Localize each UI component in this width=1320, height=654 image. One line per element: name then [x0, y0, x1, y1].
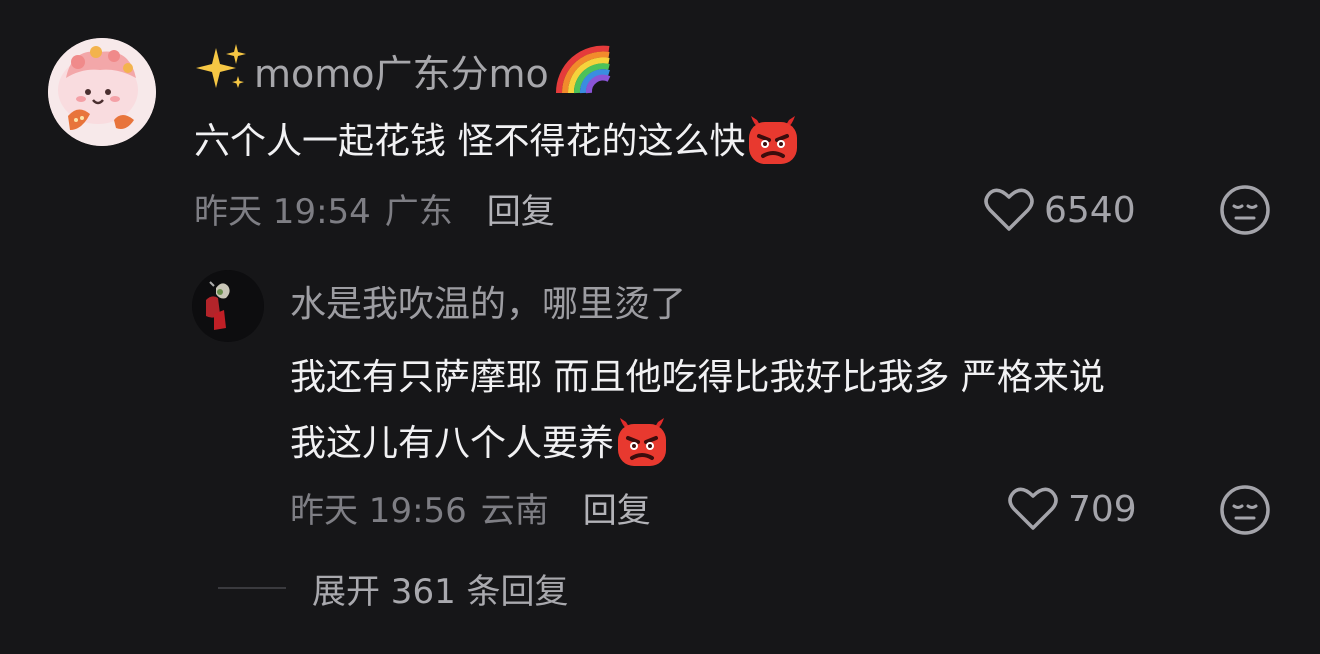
expand-replies-label: 展开 361 条回复: [312, 571, 569, 612]
reply-username[interactable]: 水是我吹温的，哪里烫了: [290, 272, 686, 330]
devil-emoji-icon: [749, 116, 798, 164]
comment-thread: momo广东分mo 六个人一起花钱 怪不得花的这么快 昨天 19:54 广东 回…: [0, 0, 1320, 654]
comment-time: 昨天 19:54: [194, 191, 371, 232]
comment-username[interactable]: momo广东分mo: [196, 40, 613, 100]
rainbow-emoji-icon: [555, 45, 611, 94]
avatar-cartoon-icon: [48, 38, 156, 146]
comment-text: 六个人一起花钱 怪不得花的这么快: [194, 106, 801, 170]
dislike-face-icon[interactable]: [1219, 184, 1271, 236]
reply-dislike-face-icon[interactable]: [1219, 484, 1271, 536]
devil-emoji-icon: [618, 418, 667, 466]
comment-meta: 昨天 19:54 广东 回复: [194, 184, 555, 232]
avatar-figure-icon: [192, 270, 264, 342]
reply-reply-button[interactable]: 回复: [583, 483, 651, 532]
expand-replies-button[interactable]: 展开 361 条回复: [218, 562, 569, 614]
reply-meta: 昨天 19:56 云南 回复: [290, 483, 651, 531]
reply-like-count: 709: [1068, 488, 1137, 530]
avatar[interactable]: [48, 38, 156, 146]
heart-icon: [1008, 487, 1058, 530]
like-count: 6540: [1044, 189, 1136, 231]
expand-divider: [218, 587, 286, 589]
reply-text-line1: 我还有只萨摩耶 而且他吃得比我好比我多 严格来说: [290, 342, 1290, 406]
reply-body-line1: 我还有只萨摩耶 而且他吃得比我好比我多 严格来说: [290, 357, 1105, 398]
username-label: momo广东分mo: [254, 51, 549, 96]
reply-location: 云南: [480, 490, 549, 531]
heart-icon: [984, 188, 1034, 231]
comment-location: 广东: [384, 191, 453, 232]
reply-body-line2: 我这儿有八个人要养: [290, 423, 615, 464]
like-button[interactable]: 6540: [984, 182, 1136, 238]
reply-like-button[interactable]: 709: [1008, 481, 1137, 537]
comment-body: 六个人一起花钱 怪不得花的这么快: [194, 121, 746, 162]
reply-avatar[interactable]: [192, 270, 264, 342]
reply-time: 昨天 19:56: [290, 490, 467, 531]
sparkle-emoji-icon: [196, 44, 246, 88]
reply-text-line2: 我这儿有八个人要养: [290, 408, 1290, 472]
reply-button[interactable]: 回复: [487, 184, 555, 233]
